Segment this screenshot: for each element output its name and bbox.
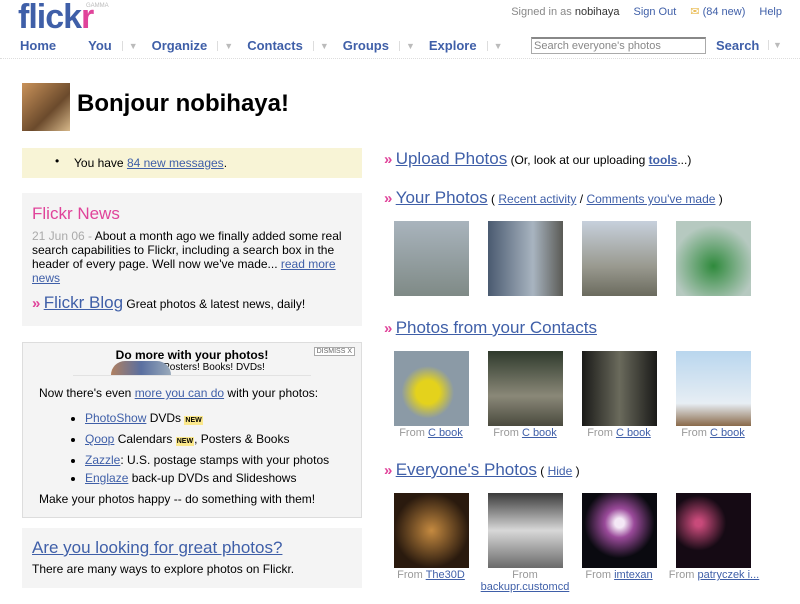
flickr-blog-link[interactable]: Flickr Blog <box>44 293 123 312</box>
photo-thumbnail[interactable] <box>394 351 469 426</box>
sign-out-link[interactable]: Sign Out <box>633 6 676 18</box>
discs-image <box>111 361 171 375</box>
chevron-down-icon[interactable]: ▼ <box>486 40 503 51</box>
header-divider <box>0 58 800 59</box>
nav-organize[interactable]: Organize <box>152 38 208 53</box>
contacts-photos-link[interactable]: Photos from your Contacts <box>396 318 597 337</box>
envelope-icon[interactable]: ✉ <box>690 6 699 18</box>
upload-section: » Upload Photos (Or, look at our uploadi… <box>384 149 692 168</box>
contact-link[interactable]: C book <box>428 427 463 439</box>
nav-you[interactable]: You <box>88 38 112 53</box>
messages-notice: You have 84 new messages. <box>22 148 362 178</box>
promo-box: DISMISS X Do more with your photos! Post… <box>22 342 362 518</box>
contact-link[interactable]: C book <box>710 427 745 439</box>
dismiss-button[interactable]: DISMISS X <box>313 347 355 356</box>
chevron-down-icon[interactable]: ▼ <box>121 40 138 51</box>
user-link[interactable]: backupr.customcd <box>481 581 570 593</box>
explore-box: Are you looking for great photos? There … <box>22 528 362 588</box>
contact-link[interactable]: C book <box>522 427 557 439</box>
page-title: Bonjour nobihaya! <box>77 90 289 117</box>
chevron-down-icon[interactable]: ▼ <box>768 40 782 50</box>
arrow-icon: » <box>384 320 393 337</box>
comments-link[interactable]: Comments you've made <box>586 192 715 206</box>
more-you-can-do-link[interactable]: more you can do <box>135 386 224 400</box>
photo-thumbnail[interactable] <box>582 221 657 296</box>
photo-caption: From C book <box>399 427 463 439</box>
recent-activity-link[interactable]: Recent activity <box>498 192 576 206</box>
account-bar: Signed in as nobihaya Sign Out ✉ (84 new… <box>511 5 782 19</box>
photo-caption: From C book <box>681 427 745 439</box>
your-photos-section: » Your Photos ( Recent activity / Commen… <box>384 188 723 207</box>
nav-contacts[interactable]: Contacts <box>247 38 303 53</box>
photo-thumbnail[interactable] <box>676 351 751 426</box>
photo-thumbnail[interactable] <box>488 493 563 568</box>
upload-photos-link[interactable]: Upload Photos <box>396 149 508 168</box>
everyones-photos-link[interactable]: Everyone's Photos <box>396 460 537 479</box>
qoop-link[interactable]: Qoop <box>85 432 114 446</box>
photo-caption: From patryczek i... <box>668 569 760 581</box>
photoshow-link[interactable]: PhotoShow <box>85 411 146 425</box>
search-input[interactable]: Search everyone's photos <box>531 37 706 54</box>
list-item: Englaze back-up DVDs and Slideshows <box>85 469 351 487</box>
chevron-down-icon[interactable]: ▼ <box>312 40 329 51</box>
photo-caption: From The30D <box>397 569 465 581</box>
arrow-icon: » <box>384 462 393 479</box>
arrow-icon: » <box>384 151 393 168</box>
list-item: Qoop Calendars NEW, Posters & Books <box>85 430 351 451</box>
photo-thumbnail[interactable] <box>582 493 657 568</box>
tools-link[interactable]: tools <box>649 153 678 167</box>
arrow-icon: » <box>384 190 393 207</box>
user-link[interactable]: The30D <box>426 569 465 581</box>
zazzle-link[interactable]: Zazzle <box>85 453 120 467</box>
username: nobihaya <box>574 5 620 18</box>
nav-explore[interactable]: Explore <box>429 38 477 53</box>
photo-thumbnail[interactable] <box>488 221 563 296</box>
news-title: Flickr News <box>32 204 120 223</box>
flickr-news-box: Flickr News 21 Jun 06 - About a month ag… <box>22 193 362 326</box>
photo-thumbnail[interactable] <box>394 493 469 568</box>
photo-thumbnail[interactable] <box>488 351 563 426</box>
englaze-link[interactable]: Englaze <box>85 471 128 485</box>
new-badge: NEW <box>175 437 195 446</box>
flickr-logo[interactable]: flickr <box>18 0 94 37</box>
signed-in-label: Signed in as <box>511 5 572 18</box>
list-item: PhotoShow DVDs NEW <box>85 409 351 430</box>
user-link[interactable]: patryczek i... <box>697 569 759 581</box>
contact-link[interactable]: C book <box>616 427 651 439</box>
help-link[interactable]: Help <box>759 6 782 18</box>
photo-thumbnail[interactable] <box>582 351 657 426</box>
photo-thumbnail[interactable] <box>394 221 469 296</box>
main-nav: Home You ▼ Organize ▼ Contacts ▼ Groups ▼ Ex… <box>20 38 517 53</box>
photo-caption: From imtexan <box>585 569 653 581</box>
nav-home[interactable]: Home <box>20 38 56 53</box>
new-badge: NEW <box>184 416 203 425</box>
search-button[interactable]: Search <box>716 38 759 53</box>
photo-caption: From C book <box>493 427 557 439</box>
arrow-icon: » <box>32 295 41 312</box>
photo-thumbnail[interactable] <box>676 221 751 296</box>
great-photos-link[interactable]: Are you looking for great photos? <box>32 538 282 557</box>
photo-caption: From C book <box>587 427 651 439</box>
photo-thumbnail[interactable] <box>676 493 751 568</box>
gamma-label: GAMMA <box>86 3 109 9</box>
chevron-down-icon[interactable]: ▼ <box>217 40 233 51</box>
contacts-section: » Photos from your Contacts <box>384 318 597 338</box>
everyone-section: » Everyone's Photos ( Hide ) <box>384 460 580 479</box>
user-link[interactable]: imtexan <box>614 569 653 581</box>
new-mail-link[interactable]: (84 new) <box>703 6 746 18</box>
your-photos-link[interactable]: Your Photos <box>396 188 488 207</box>
nav-groups[interactable]: Groups <box>343 38 389 53</box>
hide-link[interactable]: Hide <box>548 464 573 478</box>
news-date: 21 Jun 06 - <box>32 229 93 243</box>
new-messages-link[interactable]: 84 new messages <box>127 156 224 170</box>
promo-title: Do more with your photos! <box>115 348 269 362</box>
chevron-down-icon[interactable]: ▼ <box>398 40 415 51</box>
photo-caption: From backupr.customcd <box>480 569 570 593</box>
list-item: Zazzle: U.S. postage stamps with your ph… <box>85 451 351 469</box>
avatar[interactable] <box>22 83 70 131</box>
